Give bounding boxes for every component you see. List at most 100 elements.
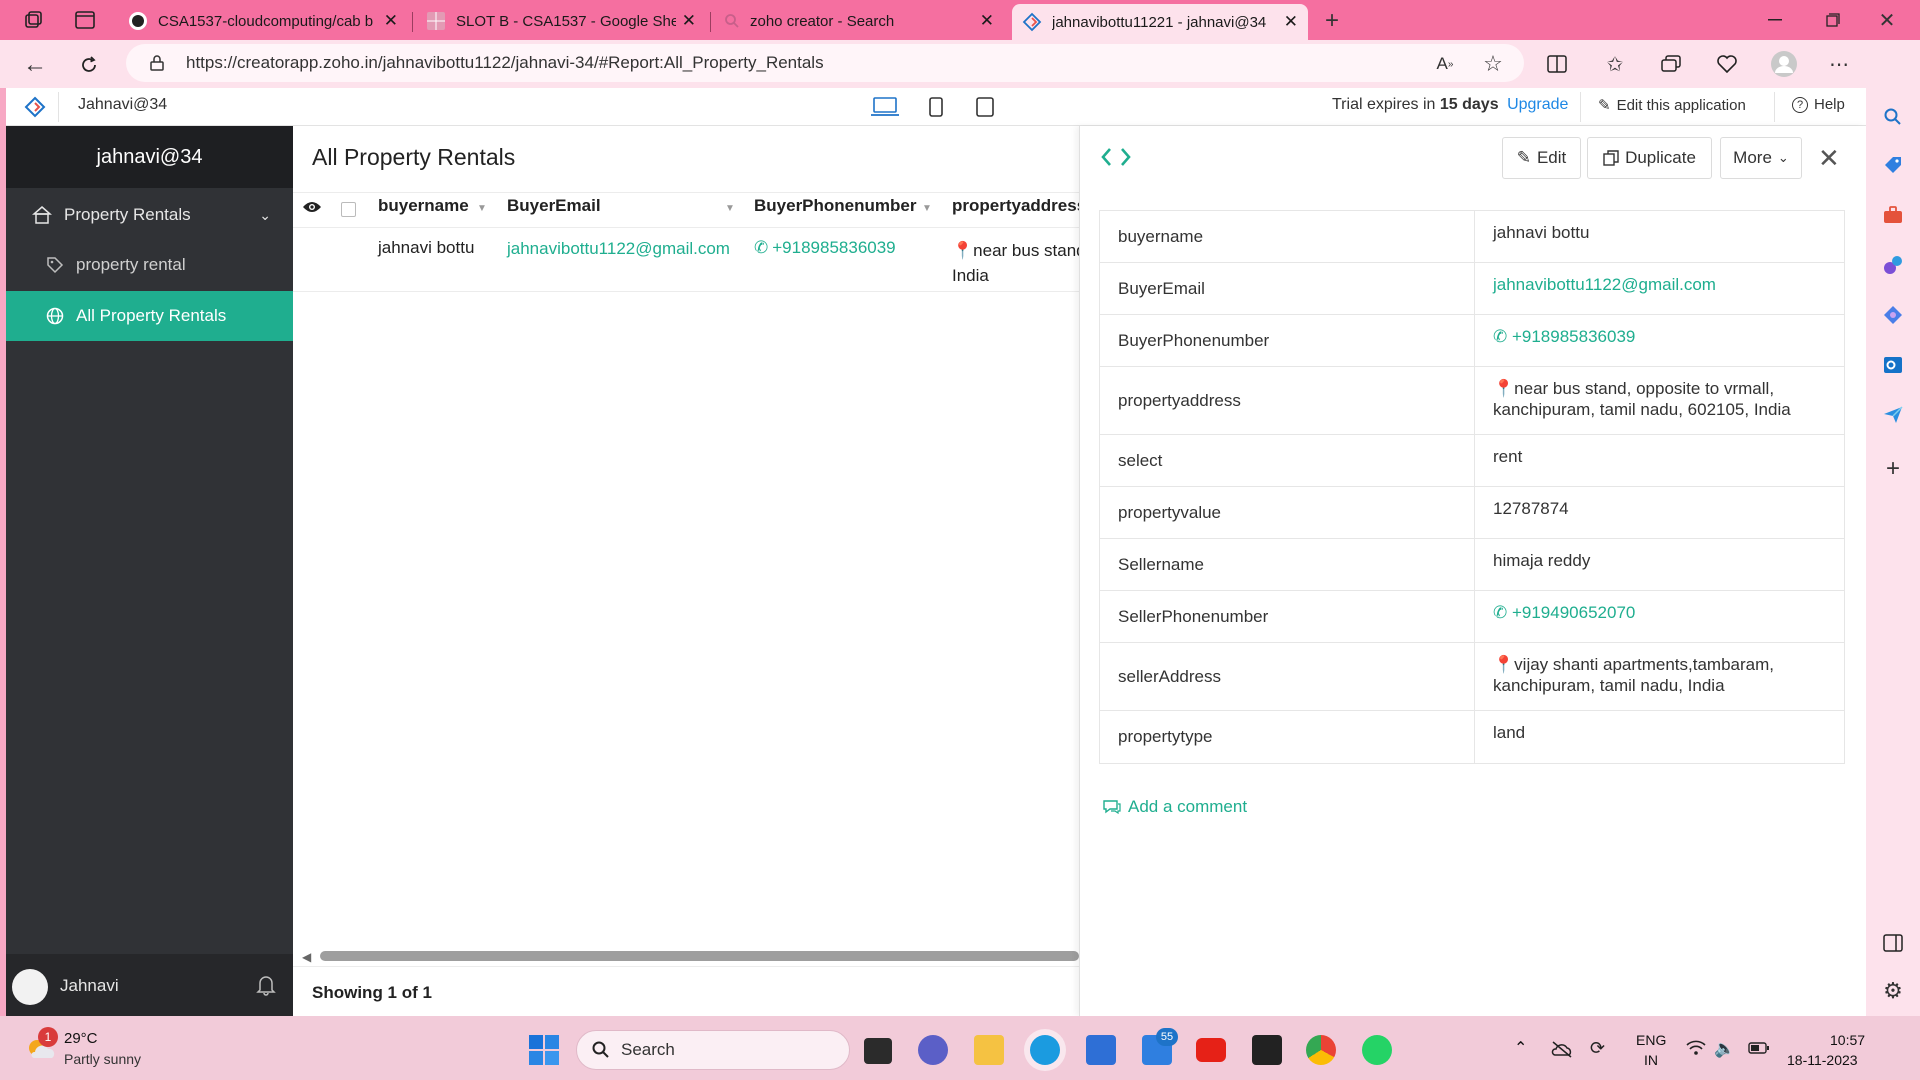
language-indicator[interactable]: ENG [1636,1032,1666,1048]
mobile-view-icon[interactable] [924,94,948,120]
column-header-buyername[interactable]: buyername [378,196,469,216]
close-panel-icon[interactable]: ✕ [1818,143,1840,174]
collections-icon[interactable] [1656,50,1686,78]
tab-title: zoho creator - Search [750,12,895,30]
address-line2: kanchipuram, tamil nadu, 602105, India [1493,400,1791,419]
help-button[interactable]: ? Help [1792,96,1845,113]
more-button[interactable]: More ⌄ [1720,137,1802,179]
show-hidden-icons-icon[interactable]: ⌃ [1514,1038,1527,1058]
field-value-phone[interactable]: ✆ +918985836039 [1475,315,1844,366]
copilot-apps-icon[interactable] [1878,300,1908,330]
field-value-phone[interactable]: ✆ +919490652070 [1475,591,1844,642]
sort-caret-icon[interactable]: ▼ [725,203,735,214]
chrome-icon[interactable] [1306,1035,1336,1065]
tablet-view-icon[interactable] [972,94,998,120]
cell-buyerphone[interactable]: ✆ +918985836039 [754,238,896,258]
volume-icon[interactable]: 🔈 [1714,1039,1735,1059]
upgrade-link[interactable]: Upgrade [1507,96,1568,113]
avatar[interactable] [12,969,48,1005]
search-icon[interactable] [1878,102,1908,132]
close-tab-icon[interactable]: ✕ [384,11,398,31]
vscode-icon[interactable] [1252,1035,1282,1065]
phone-icon: ✆ [1493,603,1512,622]
field-label: sellerAddress [1100,643,1475,710]
sidebar-item-property-rental[interactable]: property rental [6,240,293,290]
sort-caret-icon[interactable]: ▼ [922,203,932,214]
tab-sheets[interactable]: SLOT B - CSA1537 - Google Shee ✕ [416,6,706,36]
battery-icon[interactable] [1748,1042,1770,1054]
cloud-offline-icon[interactable] [1550,1040,1574,1058]
whatsapp-icon[interactable] [1362,1035,1392,1065]
field-row: select rent [1100,435,1844,487]
close-window-icon[interactable]: ✕ [1872,6,1902,34]
clock-date[interactable]: 18-11-2023 [1787,1052,1858,1068]
new-tab-icon[interactable]: + [1316,6,1348,36]
eye-icon[interactable] [302,200,322,214]
windows-start-icon[interactable] [528,1034,560,1066]
add-sidebar-app-icon[interactable]: + [1878,454,1908,484]
column-header-propertyaddress[interactable]: propertyaddress [952,196,1079,216]
outlook-icon[interactable] [1878,350,1908,380]
shopping-tag-icon[interactable] [1878,150,1908,180]
wifi-icon[interactable] [1686,1040,1706,1056]
split-screen-icon[interactable] [1542,50,1572,78]
cell-buyeremail[interactable]: jahnavibottu1122@gmail.com [507,239,730,259]
edit-button[interactable]: ✎ Edit [1502,137,1581,179]
sort-caret-icon[interactable]: ▼ [477,203,487,214]
close-tab-icon[interactable]: ✕ [1284,12,1298,32]
horizontal-scrollbar[interactable] [320,951,1079,961]
taskbar-search-box[interactable]: Search [576,1030,850,1070]
settings-gear-icon[interactable]: ⚙ [1878,976,1908,1006]
tab-zoho-active[interactable]: jahnavibottu11221 - jahnavi@34 ✕ [1012,4,1308,40]
youtube-icon[interactable] [1196,1038,1226,1062]
minimize-icon[interactable] [1760,6,1790,34]
column-header-buyerphonenumber[interactable]: BuyerPhonenumber [754,196,916,216]
field-value-email-link[interactable]: jahnavibottu1122@gmail.com [1475,263,1844,314]
restore-icon[interactable] [1818,6,1848,34]
teams-chat-icon[interactable] [918,1035,948,1065]
close-tab-icon[interactable]: ✕ [682,11,696,31]
add-comment-link[interactable]: Add a comment [1102,797,1247,817]
edit-application-button[interactable]: ✎ Edit this application [1598,96,1746,115]
sidebar-section-property-rentals[interactable]: Property Rentals ⌄ [6,190,293,240]
refresh-icon[interactable] [74,50,104,80]
search-icon [592,1041,609,1058]
workspace-name: Jahnavi@34 [78,96,168,113]
chevron-down-icon: ⌄ [1777,150,1789,165]
select-all-checkbox[interactable] [341,202,356,217]
favorite-star-icon[interactable]: ☆ [1478,50,1508,78]
read-aloud-icon[interactable]: A» [1430,50,1460,78]
column-header-buyeremail[interactable]: BuyerEmail [507,196,601,216]
desktop-view-icon[interactable] [868,94,902,120]
hide-sidebar-icon[interactable] [1878,928,1908,958]
bell-icon[interactable] [256,974,276,996]
zoho-creator-logo-icon[interactable] [22,94,48,120]
sync-icon[interactable]: ⟳ [1590,1038,1605,1059]
more-options-icon[interactable]: ⋯ [1824,50,1854,78]
code-brackets-icon[interactable] [1100,145,1132,169]
tab-search[interactable]: zoho creator - Search ✕ [714,6,1004,36]
edge-browser-icon[interactable] [1030,1035,1060,1065]
url-text[interactable]: https://creatorapp.zoho.in/jahnavibottu1… [186,53,824,73]
profile-avatar-icon[interactable] [1768,48,1800,80]
microsoft-store-icon[interactable] [1086,1035,1116,1065]
close-tab-icon[interactable]: ✕ [980,11,994,31]
back-icon[interactable]: ← [20,50,50,80]
send-icon[interactable] [1878,400,1908,430]
field-row: propertyvalue 12787874 [1100,487,1844,539]
favorites-icon[interactable]: ✩ [1600,50,1630,78]
address-line2: kanchipuram, tamil nadu, India [1493,676,1725,695]
scroll-left-icon[interactable]: ◀ [302,950,311,964]
duplicate-button[interactable]: Duplicate [1587,137,1712,179]
lock-icon[interactable] [146,52,168,74]
browser-essentials-icon[interactable] [1712,50,1742,78]
tab-github[interactable]: CSA1537-cloudcomputing/cab b ✕ [118,6,408,36]
workspaces-icon[interactable] [18,8,48,32]
games-icon[interactable] [1878,250,1908,280]
task-view-icon[interactable] [864,1038,892,1064]
tab-actions-icon[interactable] [70,8,100,32]
sidebar-item-all-property-rentals[interactable]: All Property Rentals [6,291,293,341]
tools-icon[interactable] [1878,200,1908,230]
file-explorer-icon[interactable] [974,1035,1004,1065]
clock-time[interactable]: 10:57 [1830,1032,1865,1048]
